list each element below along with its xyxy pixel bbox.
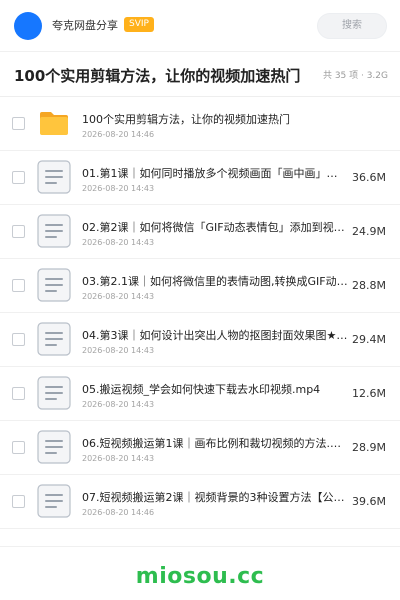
file-date: 2026-08-20 14:46 xyxy=(82,508,155,517)
file-size: 24.9M xyxy=(352,225,386,238)
search-input[interactable]: 搜索 xyxy=(317,13,387,39)
file-size: 39.6M xyxy=(352,495,386,508)
file-name: 06.短视频搬运第1课｜画布比例和裁切视频的方法.mp4 xyxy=(82,437,348,450)
page-title: 100个实用剪辑方法，让你的视频加速热门 xyxy=(14,67,301,85)
document-icon xyxy=(37,160,71,194)
file-size: 28.8M xyxy=(352,279,386,292)
document-icon xyxy=(37,376,71,410)
list-item[interactable]: 05.搬运视频_学会如何快速下载去水印视频.mp4 2026-08-20 14:… xyxy=(0,367,400,421)
file-date: 2026-08-20 14:43 xyxy=(82,292,155,301)
file-name: 02.第2课｜如何将微信「GIF动态表情包」添加到视频.mp4 xyxy=(82,221,348,234)
list-item[interactable]: 100个实用剪辑方法，让你的视频加速热门 2026-08-20 14:46 xyxy=(0,97,400,151)
file-name: 05.搬运视频_学会如何快速下载去水印视频.mp4 xyxy=(82,383,321,396)
row-checkbox[interactable] xyxy=(12,279,25,292)
file-name: 100个实用剪辑方法，让你的视频加速热门 xyxy=(82,113,290,126)
row-checkbox[interactable] xyxy=(12,333,25,346)
folder-meta: 共 35 项 · 3.2G xyxy=(322,71,388,81)
list-item[interactable]: 06.短视频搬运第1课｜画布比例和裁切视频的方法.mp4 2026-08-20 … xyxy=(0,421,400,475)
share-owner-name: 夸克网盘分享 xyxy=(52,19,118,32)
file-date: 2026-08-20 14:43 xyxy=(82,454,155,463)
file-size: 36.6M xyxy=(352,171,386,184)
top-bar: 夸克网盘分享 SVIP 搜索 xyxy=(0,0,400,52)
divider xyxy=(0,546,400,547)
watermark: miosou.cc xyxy=(135,564,265,589)
list-item[interactable]: 04.第3课｜如何设计出突出人物的抠图封面效果图★.mp4 2026-08-20… xyxy=(0,313,400,367)
list-item[interactable]: 01.第1课｜如何同时播放多个视频画面「画中画」功能.mp4 2026-08-2… xyxy=(0,151,400,205)
document-icon xyxy=(37,430,71,464)
file-size: 28.9M xyxy=(352,441,386,454)
file-date: 2026-08-20 14:43 xyxy=(82,238,155,247)
file-name: 07.短视频搬运第2课｜视频背景的3种设置方法【公众号】.mp4 xyxy=(82,491,348,504)
folder-icon xyxy=(37,106,71,140)
row-checkbox[interactable] xyxy=(12,117,25,130)
row-checkbox[interactable] xyxy=(12,225,25,238)
folder-header: 100个实用剪辑方法，让你的视频加速热门 共 35 项 · 3.2G xyxy=(0,52,400,98)
file-date: 2026-08-20 14:43 xyxy=(82,184,155,193)
svip-badge: SVIP xyxy=(124,17,154,32)
file-date: 2026-08-20 14:46 xyxy=(82,130,155,139)
row-checkbox[interactable] xyxy=(12,387,25,400)
file-name: 04.第3课｜如何设计出突出人物的抠图封面效果图★.mp4 xyxy=(82,329,348,342)
file-date: 2026-08-20 14:43 xyxy=(82,400,155,409)
row-checkbox[interactable] xyxy=(12,495,25,508)
row-checkbox[interactable] xyxy=(12,441,25,454)
file-list: 100个实用剪辑方法，让你的视频加速热门 2026-08-20 14:46 01… xyxy=(0,97,400,529)
document-icon xyxy=(37,322,71,356)
document-icon xyxy=(37,268,71,302)
file-size: 12.6M xyxy=(352,387,386,400)
row-checkbox[interactable] xyxy=(12,171,25,184)
file-name: 03.第2.1课｜如何将微信里的表情动图,转换成GIF动图.mp4 xyxy=(82,275,348,288)
avatar[interactable] xyxy=(14,12,42,40)
file-size: 29.4M xyxy=(352,333,386,346)
file-date: 2026-08-20 14:43 xyxy=(82,346,155,355)
list-item[interactable]: 07.短视频搬运第2课｜视频背景的3种设置方法【公众号】.mp4 2026-08… xyxy=(0,475,400,529)
list-item[interactable]: 02.第2课｜如何将微信「GIF动态表情包」添加到视频.mp4 2026-08-… xyxy=(0,205,400,259)
file-name: 01.第1课｜如何同时播放多个视频画面「画中画」功能.mp4 xyxy=(82,167,348,180)
document-icon xyxy=(37,484,71,518)
document-icon xyxy=(37,214,71,248)
list-item[interactable]: 03.第2.1课｜如何将微信里的表情动图,转换成GIF动图.mp4 2026-0… xyxy=(0,259,400,313)
